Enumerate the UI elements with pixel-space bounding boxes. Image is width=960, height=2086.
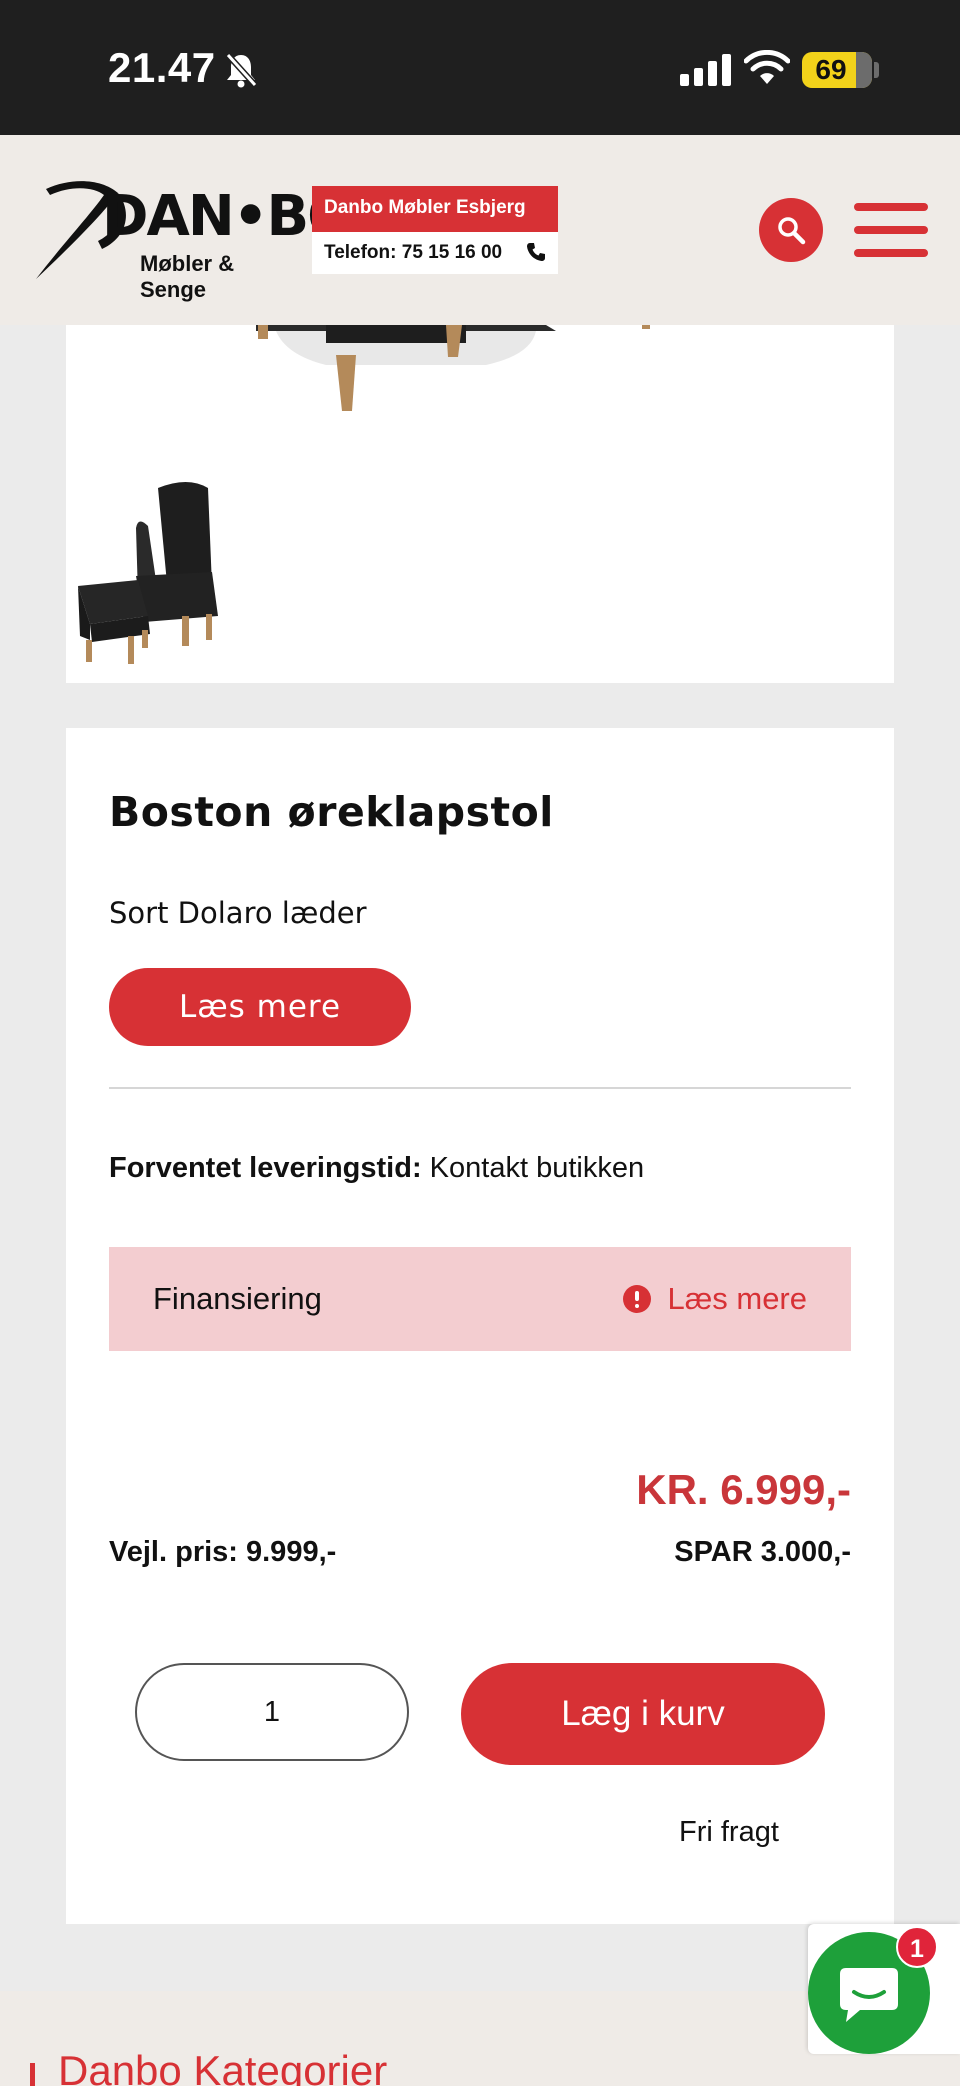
store-info[interactable]: Danbo Møbler Esbjerg Telefon: 75 15 16 0… (312, 186, 558, 274)
search-button[interactable] (759, 198, 823, 262)
search-icon (778, 217, 806, 245)
cellular-signal-icon (680, 54, 731, 86)
store-name: Danbo Møbler Esbjerg (312, 186, 558, 232)
footer-accent-bar (30, 2063, 35, 2086)
store-phone[interactable]: Telefon: 75 15 16 00 (324, 238, 502, 268)
chat-notification-badge: 1 (896, 1926, 938, 1968)
delivery-time: Forventet leveringstid: Kontakt butikken (109, 1152, 644, 1185)
divider (109, 1087, 851, 1089)
chat-bubble-icon (840, 1968, 898, 2022)
bell-slash-icon (225, 52, 258, 88)
product-main-image[interactable] (246, 325, 666, 415)
phone-icon (527, 243, 545, 261)
hamburger-menu-icon[interactable] (854, 203, 928, 257)
savings-amount: SPAR 3.000,- (674, 1536, 851, 1568)
delivery-label: Forventet leveringstid: (109, 1152, 422, 1184)
financing-read-more-link[interactable]: Læs mere (623, 1247, 807, 1351)
quantity-input[interactable] (135, 1663, 409, 1761)
delivery-value: Kontakt butikken (421, 1152, 645, 1184)
product-variant: Sort Dolaro læder (109, 896, 367, 930)
site-header: DAN•BO Møbler & Senge Danbo Møbler Esbje… (0, 135, 960, 325)
wifi-icon (744, 50, 790, 84)
financing-bar: Finansiering Læs mere (109, 1247, 851, 1351)
free-shipping-note: Fri fragt (679, 1816, 779, 1848)
logo-subtitle: Møbler & Senge (140, 251, 235, 302)
product-thumbnail[interactable] (78, 476, 268, 682)
product-price: KR. 6.999,- (636, 1466, 851, 1513)
footer-section-title[interactable]: Danbo Kategorier (58, 2047, 387, 2086)
alert-circle-icon (623, 1285, 652, 1313)
financing-link-label: Læs mere (667, 1281, 807, 1316)
status-time: 21.47 (108, 44, 216, 91)
battery-level: 69 (815, 54, 847, 85)
status-bar: 21.47 69 (0, 0, 960, 135)
battery-icon: 69 (802, 52, 872, 88)
battery-cap (874, 62, 879, 78)
read-more-button[interactable]: Læs mere (109, 968, 411, 1046)
danbo-logo[interactable]: DAN•BO Møbler & Senge (32, 175, 355, 302)
add-to-cart-button[interactable]: Læg i kurv (461, 1663, 825, 1765)
financing-label: Finansiering (153, 1281, 322, 1316)
product-title: Boston øreklapstol (109, 788, 554, 836)
guide-price: Vejl. pris: 9.999,- (109, 1536, 337, 1568)
